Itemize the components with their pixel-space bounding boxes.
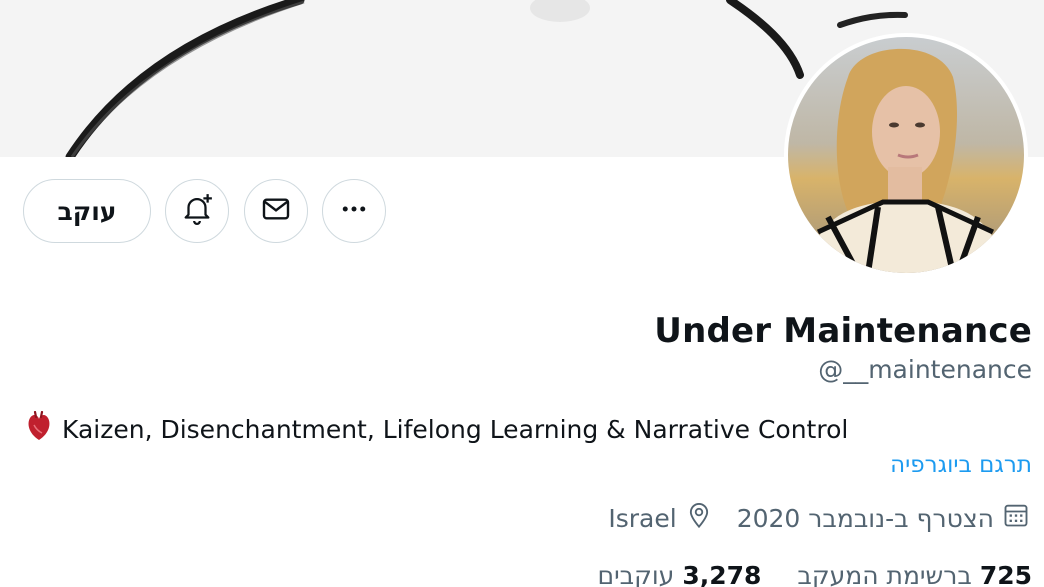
following-count: 725 <box>979 561 1032 587</box>
more-button[interactable] <box>322 179 386 243</box>
calendar-icon <box>1002 501 1030 535</box>
profile-display-name: Under Maintenance <box>654 311 1032 351</box>
location: Israel <box>608 501 712 535</box>
bell-plus-icon <box>180 192 214 231</box>
joined-date: הצטרף ב-נובמבר 2020 <box>737 501 1030 535</box>
followers-label: עוקבים <box>597 561 675 587</box>
following-stat[interactable]: 725 ברשימת המעקב <box>797 561 1032 587</box>
notifications-button[interactable] <box>165 179 229 243</box>
message-button[interactable] <box>244 179 308 243</box>
bio-text: Kaizen, Disenchantment, Lifelong Learnin… <box>62 414 849 444</box>
profile-bio: Kaizen, Disenchantment, Lifelong Learnin… <box>26 410 849 447</box>
avatar[interactable] <box>784 33 1028 277</box>
location-pin-icon <box>685 501 713 535</box>
profile-handle: @__maintenance <box>818 355 1032 384</box>
translate-bio-link[interactable]: תרגם ביוגרפיה <box>890 452 1032 478</box>
followers-count: 3,278 <box>682 561 762 587</box>
joined-text: הצטרף ב-נובמבר 2020 <box>736 503 994 533</box>
location-text: Israel <box>608 503 677 533</box>
followers-stat[interactable]: 3,278 עוקבים <box>598 561 762 587</box>
profile-meta: הצטרף ב-נובמבר 2020 Israel <box>608 501 1030 535</box>
follow-stats: 725 ברשימת המעקב 3,278 עוקבים <box>598 561 1033 587</box>
anatomical-heart-icon <box>26 410 52 447</box>
following-button[interactable]: עוקב <box>23 179 151 243</box>
following-label: ברשימת המעקב <box>797 561 972 587</box>
more-horizontal-icon <box>339 194 369 229</box>
envelope-icon <box>260 193 292 230</box>
